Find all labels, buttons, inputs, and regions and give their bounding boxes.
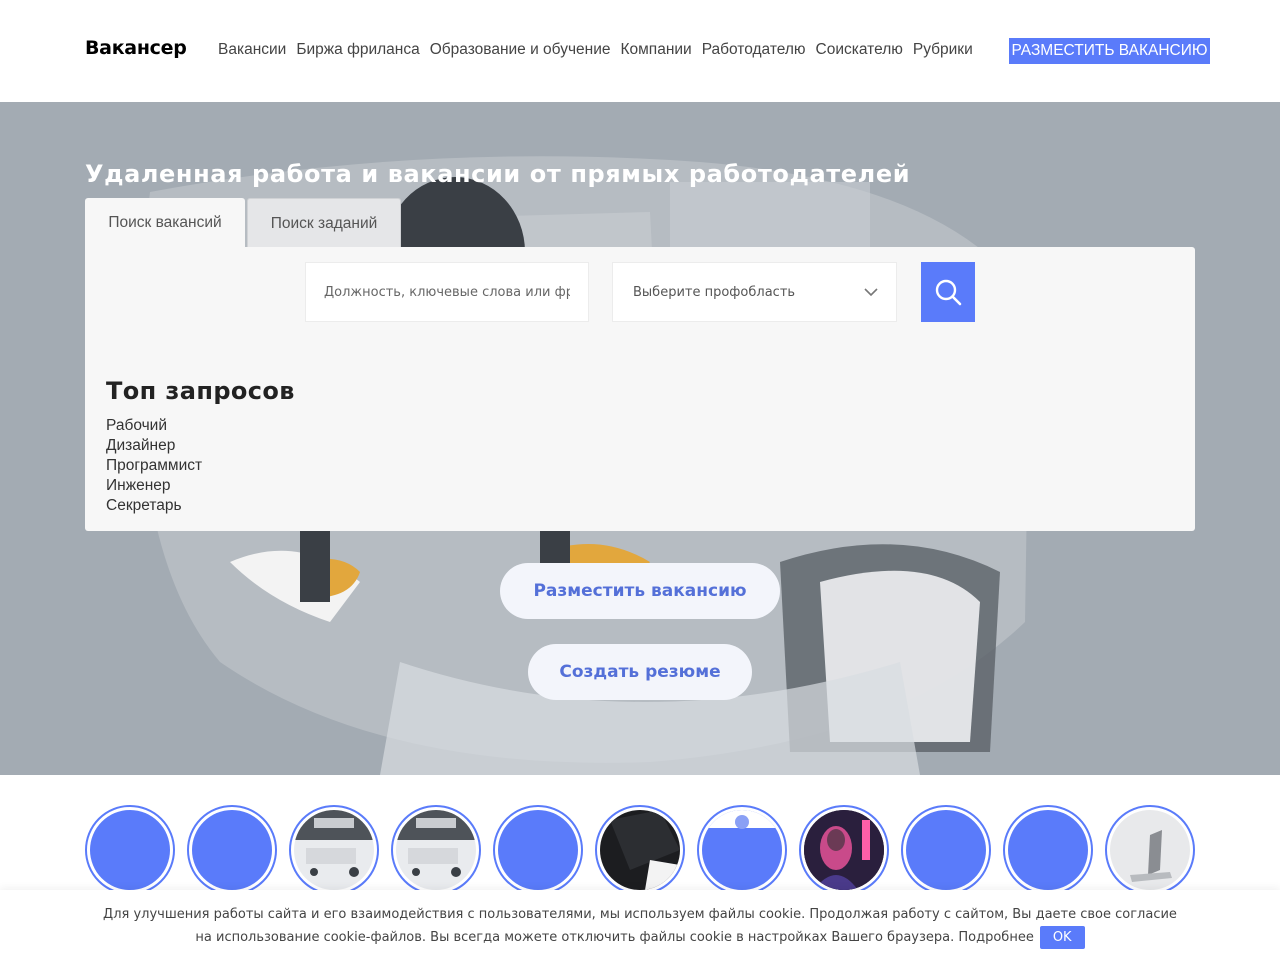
site-logo[interactable]: Вакансер bbox=[85, 37, 187, 59]
neon-photo-icon bbox=[804, 810, 884, 890]
desk-photo-icon bbox=[294, 810, 374, 877]
top-query-item[interactable]: Дизайнер bbox=[106, 436, 202, 456]
search-button[interactable] bbox=[921, 262, 975, 322]
category-circle[interactable] bbox=[493, 805, 583, 895]
site-header: Вакансер Вакансии Биржа фриланса Образов… bbox=[0, 0, 1280, 102]
category-circle[interactable] bbox=[391, 805, 481, 895]
category-circle[interactable] bbox=[1003, 805, 1093, 895]
tab-search-tasks[interactable]: Поиск заданий bbox=[247, 198, 401, 248]
cta-create-resume-button[interactable]: Создать резюме bbox=[528, 644, 752, 700]
top-query-item[interactable]: Программист bbox=[106, 456, 202, 476]
category-circle[interactable] bbox=[1105, 805, 1195, 895]
cookie-message: Для улучшения работы сайта и его взаимод… bbox=[103, 907, 1177, 945]
main-nav: Вакансии Биржа фриланса Образование и об… bbox=[218, 41, 973, 59]
profarea-select-value: Выберите профобласть bbox=[633, 285, 796, 300]
top-query-item[interactable]: Рабочий bbox=[106, 416, 202, 436]
dark-photo-icon bbox=[610, 810, 680, 890]
top-queries-list: Рабочий Дизайнер Программист Инженер Сек… bbox=[106, 416, 202, 516]
hero-title: Удаленная работа и вакансии от прямых ра… bbox=[85, 160, 911, 188]
category-circle[interactable] bbox=[595, 805, 685, 895]
top-query-item[interactable]: Инженер bbox=[106, 476, 202, 496]
category-circle[interactable] bbox=[289, 805, 379, 895]
nav-rubrics[interactable]: Рубрики bbox=[913, 41, 973, 59]
nav-vacancies[interactable]: Вакансии bbox=[218, 41, 286, 59]
cookie-ok-button[interactable]: OK bbox=[1039, 926, 1085, 949]
chevron-down-icon bbox=[864, 288, 878, 297]
hero-section: Удаленная работа и вакансии от прямых ра… bbox=[0, 102, 1280, 775]
top-query-item[interactable]: Секретарь bbox=[106, 496, 202, 516]
category-circle[interactable] bbox=[901, 805, 991, 895]
search-panel: Выберите профобласть Топ запросов Рабочи… bbox=[85, 247, 1195, 531]
category-circle[interactable] bbox=[697, 805, 787, 895]
category-circle[interactable] bbox=[85, 805, 175, 895]
category-circle[interactable] bbox=[187, 805, 277, 895]
category-circle[interactable] bbox=[799, 805, 889, 895]
search-icon bbox=[935, 279, 962, 306]
cta-post-vacancy-button[interactable]: Разместить вакансию bbox=[500, 563, 780, 619]
cookie-banner: Для улучшения работы сайта и его взаимод… bbox=[0, 890, 1280, 960]
profarea-select[interactable]: Выберите профобласть bbox=[612, 262, 897, 322]
nav-jobseeker[interactable]: Соискателю bbox=[816, 41, 903, 59]
laptop-photo-icon bbox=[1130, 830, 1172, 882]
nav-education[interactable]: Образование и обучение bbox=[430, 41, 611, 59]
nav-companies[interactable]: Компании bbox=[621, 41, 692, 59]
top-queries-title: Топ запросов bbox=[106, 377, 295, 405]
search-input[interactable] bbox=[305, 262, 589, 322]
cookie-text-wrap: Для улучшения работы сайта и его взаимод… bbox=[95, 903, 1185, 949]
category-circles bbox=[85, 805, 1195, 895]
post-vacancy-button[interactable]: РАЗМЕСТИТЬ ВАКАНСИЮ bbox=[1009, 38, 1210, 64]
nav-freelance[interactable]: Биржа фриланса bbox=[296, 41, 419, 59]
desk-photo-icon bbox=[396, 810, 476, 877]
nav-employer[interactable]: Работодателю bbox=[702, 41, 806, 59]
tab-search-vacancies[interactable]: Поиск вакансий bbox=[85, 198, 245, 248]
gear-icon bbox=[702, 810, 782, 829]
